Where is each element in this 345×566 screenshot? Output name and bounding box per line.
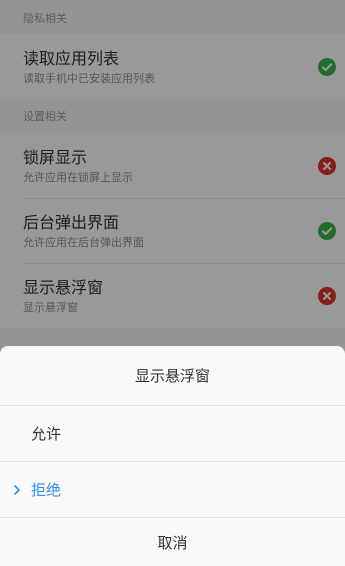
option-label: 拒绝 [31, 481, 62, 499]
permission-bottom-sheet: 显示悬浮窗 允许 拒绝 取消 [0, 346, 345, 566]
sheet-title: 显示悬浮窗 [0, 346, 345, 406]
option-deny[interactable]: 拒绝 [0, 462, 345, 518]
chevron-right-icon [11, 484, 23, 496]
cancel-button[interactable]: 取消 [0, 518, 345, 566]
option-label: 允许 [31, 425, 62, 443]
option-allow[interactable]: 允许 [0, 406, 345, 462]
